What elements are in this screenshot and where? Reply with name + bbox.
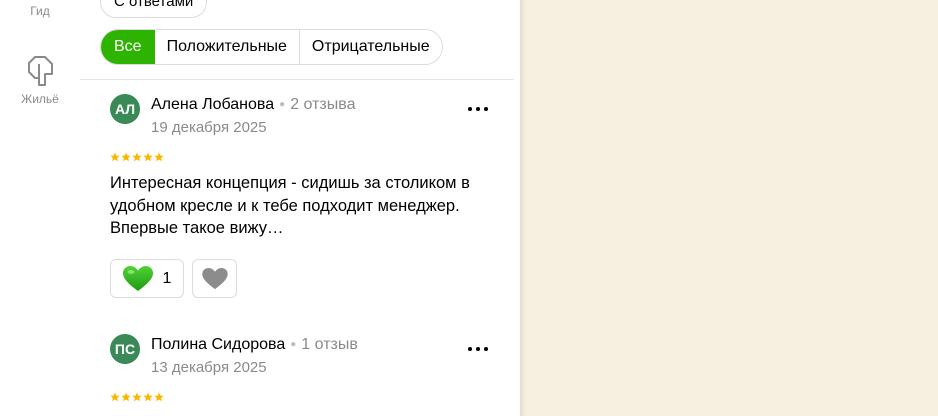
author-name[interactable]: Полина Сидорова <box>151 336 285 353</box>
gray-heart-icon <box>201 267 228 289</box>
sentiment-filter: Все Положительные Отрицательные <box>100 29 443 65</box>
review-date: 13 декабря 2025 <box>151 359 267 376</box>
reviews-panel: С ответами Все Положительные Отрицательн… <box>80 0 520 416</box>
housing-icon <box>28 56 53 86</box>
review-text[interactable]: Интересная концепция - сидишь за столико… <box>110 172 500 240</box>
nav-guide-label: Гид <box>30 4 50 18</box>
more-options-button[interactable] <box>466 98 490 118</box>
more-options-button[interactable] <box>466 338 490 358</box>
like-button[interactable]: 1 <box>110 259 184 298</box>
filter-chip-with-answers[interactable]: С ответами <box>100 0 208 18</box>
separator-dot: ● <box>279 99 286 110</box>
review-date: 19 декабря 2025 <box>151 119 267 136</box>
review-reactions: 1 <box>110 259 237 298</box>
star-icon <box>121 152 131 162</box>
panel-shadow <box>520 0 526 416</box>
author-line: Алена Лобанова ● 2 отзыва <box>151 96 355 114</box>
filter-positive-button[interactable]: Положительные <box>154 30 299 64</box>
dislike-button[interactable] <box>192 259 237 298</box>
star-icon <box>121 392 131 402</box>
filter-negative-button[interactable]: Отрицательные <box>298 30 442 64</box>
nav-item-guide[interactable]: Гид <box>0 4 80 18</box>
star-icon <box>132 392 142 402</box>
rating-stars <box>110 392 164 404</box>
rating-stars <box>110 152 164 164</box>
star-icon <box>154 152 164 162</box>
author-name[interactable]: Алена Лобанова <box>151 96 274 113</box>
author-review-count: 2 отзыва <box>290 96 356 113</box>
star-icon <box>110 392 120 402</box>
star-icon <box>132 152 142 162</box>
nav-housing-label: Жильё <box>21 92 59 106</box>
green-heart-icon <box>122 265 153 291</box>
star-icon <box>154 392 164 402</box>
star-icon <box>110 152 120 162</box>
avatar[interactable]: ПС <box>110 334 140 364</box>
author-line: Полина Сидорова ● 1 отзыв <box>151 336 358 354</box>
filter-all-button[interactable]: Все <box>101 30 155 64</box>
star-icon <box>143 392 153 402</box>
star-icon <box>143 152 153 162</box>
avatar[interactable]: АЛ <box>110 94 140 124</box>
left-nav: Гид Жильё <box>0 0 81 416</box>
author-review-count: 1 отзыв <box>301 336 358 353</box>
nav-item-housing[interactable]: Жильё <box>0 54 80 106</box>
separator-dot: ● <box>290 339 297 350</box>
divider <box>80 79 514 80</box>
like-count: 1 <box>162 269 172 287</box>
